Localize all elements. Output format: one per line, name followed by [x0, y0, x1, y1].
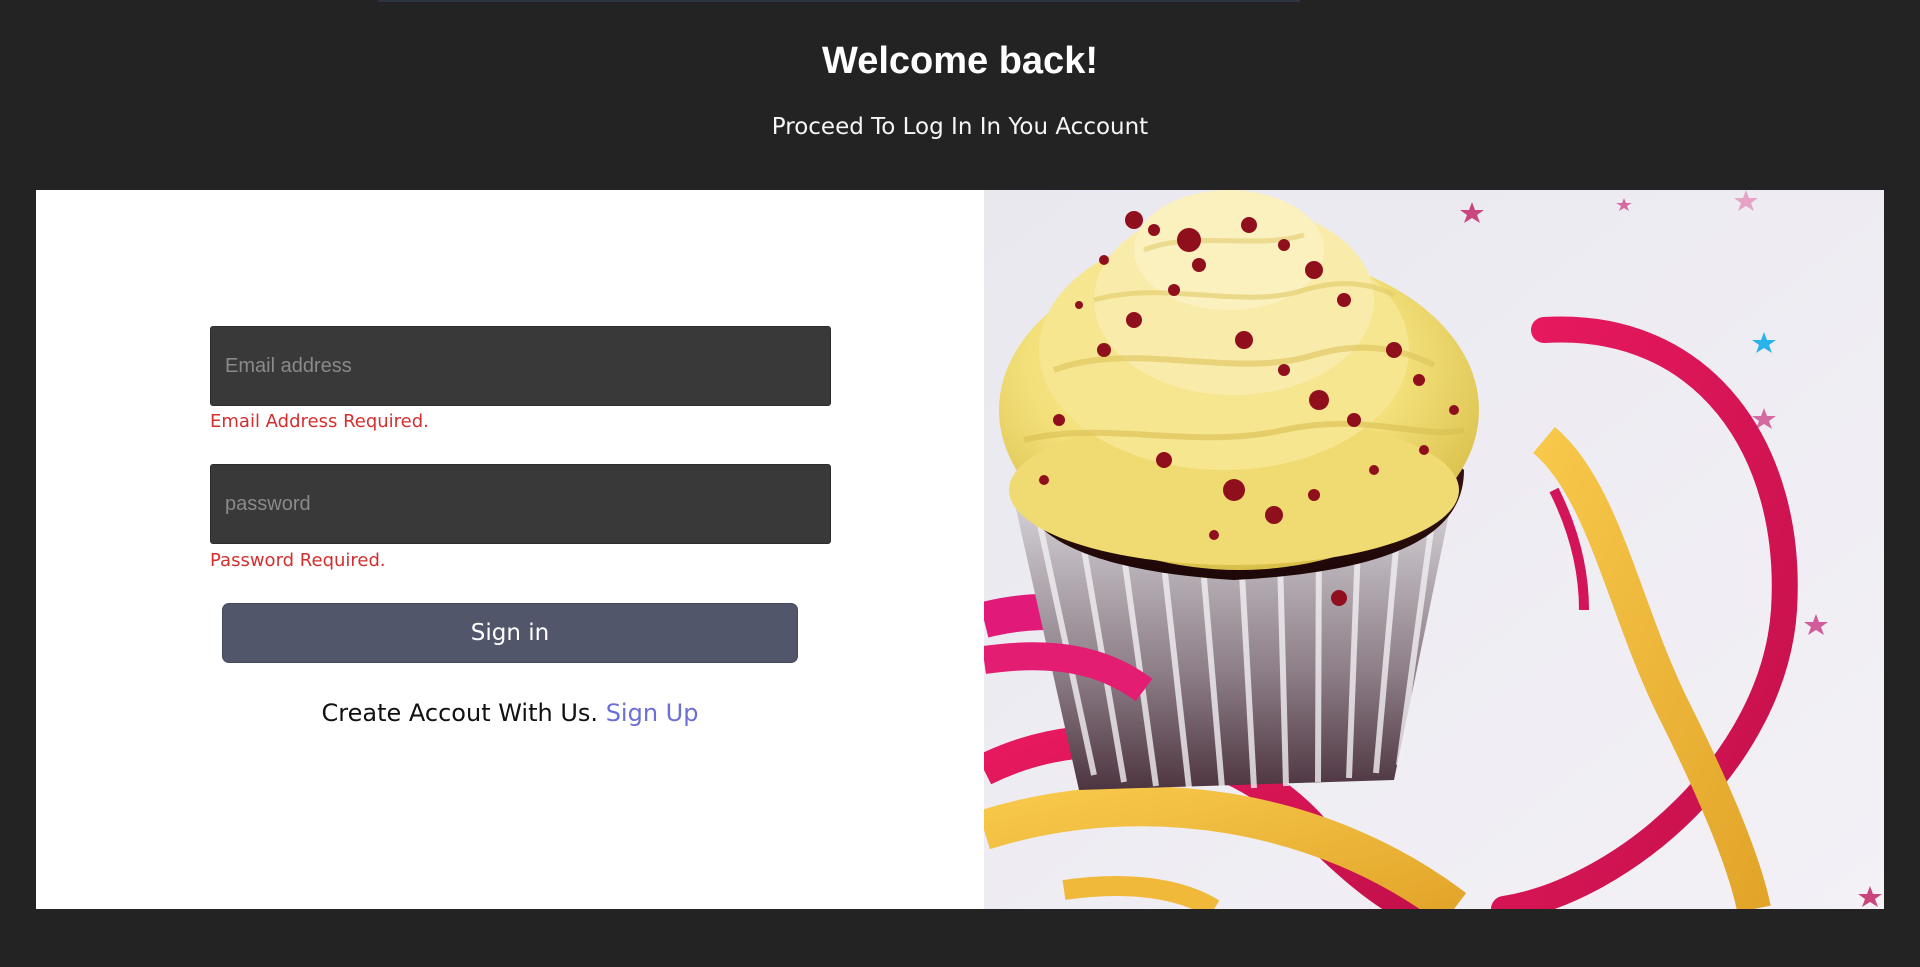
cupcake-image [984, 190, 1884, 909]
cupcake-illustration [984, 190, 1884, 909]
sign-up-link[interactable]: Sign Up [606, 699, 699, 727]
signup-prompt: Create Accout With Us. [321, 699, 599, 727]
page-header: Welcome back! Proceed To Log In In You A… [0, 0, 1920, 190]
page-title: Welcome back! [822, 40, 1098, 82]
password-input[interactable] [211, 465, 830, 543]
page-subtitle: Proceed To Log In In You Account [771, 114, 1149, 140]
password-error-message: Password Required. [210, 550, 386, 571]
signup-row: Create Accout With Us. Sign Up [36, 698, 984, 728]
email-field [210, 326, 831, 406]
email-input[interactable] [211, 327, 830, 405]
email-error-message: Email Address Required. [210, 411, 429, 432]
login-form: Email Address Required. Password Require… [36, 190, 984, 909]
password-field [210, 464, 831, 544]
sign-in-button[interactable]: Sign in [222, 603, 798, 663]
login-card: Email Address Required. Password Require… [36, 190, 1884, 909]
